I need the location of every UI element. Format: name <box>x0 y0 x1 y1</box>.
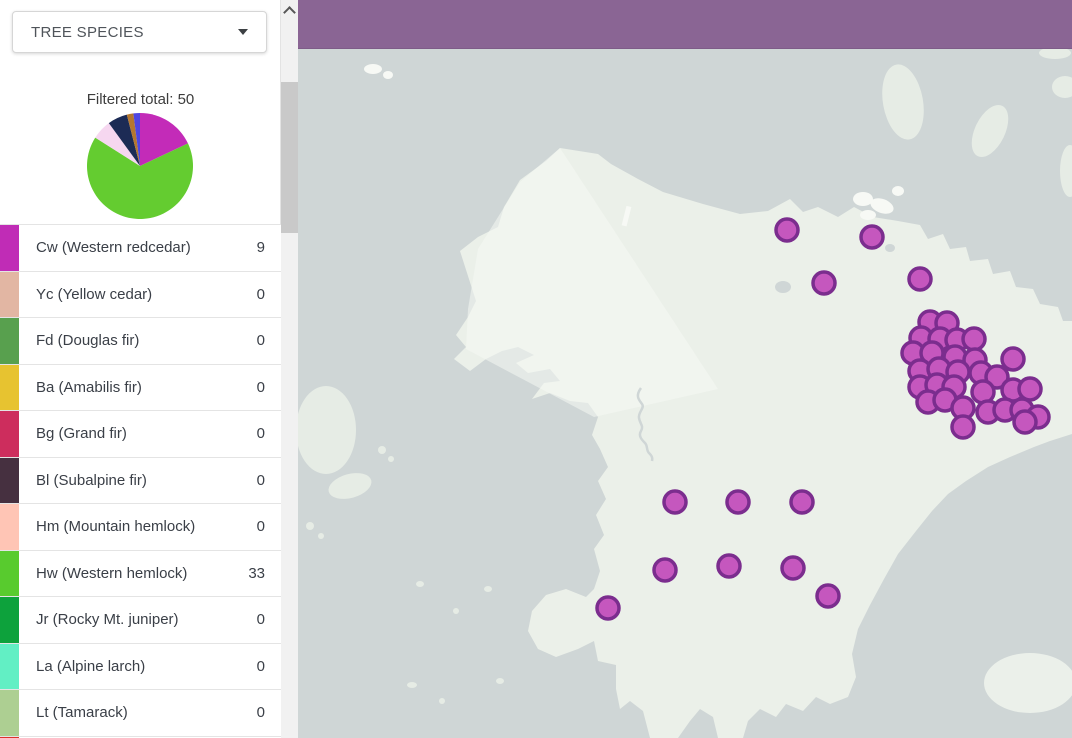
filtered-total-title: Filtered total: 50 <box>0 91 281 108</box>
species-dropdown[interactable]: TREE SPECIES <box>12 11 267 53</box>
scrollbar-up-arrow-icon[interactable] <box>283 6 296 19</box>
map-marker[interactable] <box>1014 411 1036 433</box>
species-count: 0 <box>257 379 265 396</box>
map-marker[interactable] <box>909 268 931 290</box>
species-list-item[interactable]: Cw (Western redcedar) 9 <box>0 224 281 271</box>
species-pie-chart <box>84 110 196 222</box>
species-list-item[interactable]: Yc (Yellow cedar) 0 <box>0 271 281 318</box>
map-header-bar <box>298 0 1072 49</box>
map-marker[interactable] <box>1019 378 1041 400</box>
species-count: 0 <box>257 611 265 628</box>
species-color-bar <box>0 225 19 271</box>
species-list-item[interactable]: Hm (Mountain hemlock) 0 <box>0 503 281 550</box>
filter-sidebar: TREE SPECIES Filtered total: 50 Cw (West… <box>0 0 281 738</box>
species-label: Fd (Douglas fir) <box>36 332 139 349</box>
species-color-bar <box>0 690 19 736</box>
map[interactable] <box>298 0 1072 738</box>
species-label: Bl (Subalpine fir) <box>36 472 147 489</box>
species-label: Yc (Yellow cedar) <box>36 286 152 303</box>
species-list-item[interactable]: Bg (Grand fir) 0 <box>0 410 281 457</box>
map-marker[interactable] <box>861 226 883 248</box>
map-canvas[interactable] <box>298 49 1072 738</box>
species-count: 33 <box>248 565 265 582</box>
map-marker[interactable] <box>813 272 835 294</box>
species-list-item[interactable]: Ba (Amabilis fir) 0 <box>0 364 281 411</box>
species-count: 9 <box>257 239 265 256</box>
species-list-item[interactable]: Hw (Western hemlock) 33 <box>0 550 281 597</box>
map-marker[interactable] <box>1002 348 1024 370</box>
species-color-bar <box>0 597 19 643</box>
species-color-bar <box>0 272 19 318</box>
species-label: Hm (Mountain hemlock) <box>36 518 195 535</box>
species-list-item[interactable]: Bl (Subalpine fir) 0 <box>0 457 281 504</box>
species-color-bar <box>0 644 19 690</box>
species-label: Lt (Tamarack) <box>36 704 128 721</box>
species-label: Hw (Western hemlock) <box>36 565 187 582</box>
scrollbar-thumb[interactable] <box>281 82 298 233</box>
species-list-item[interactable]: Lt (Tamarack) 0 <box>0 689 281 736</box>
sidebar-scrollbar[interactable] <box>281 0 298 738</box>
map-marker[interactable] <box>963 328 985 350</box>
map-marker[interactable] <box>727 491 749 513</box>
map-marker[interactable] <box>664 491 686 513</box>
species-count: 0 <box>257 658 265 675</box>
species-color-bar <box>0 458 19 504</box>
map-marker[interactable] <box>654 559 676 581</box>
species-color-bar <box>0 504 19 550</box>
species-label: Cw (Western redcedar) <box>36 239 191 256</box>
species-count: 0 <box>257 518 265 535</box>
species-count: 0 <box>257 472 265 489</box>
species-label: Ba (Amabilis fir) <box>36 379 142 396</box>
species-list-item[interactable]: La (Alpine larch) 0 <box>0 643 281 690</box>
species-list: Cw (Western redcedar) 9 Yc (Yellow cedar) 0… <box>0 224 281 738</box>
chevron-down-icon <box>238 29 248 35</box>
map-marker[interactable] <box>718 555 740 577</box>
species-label: La (Alpine larch) <box>36 658 145 675</box>
map-marker[interactable] <box>791 491 813 513</box>
map-marker[interactable] <box>776 219 798 241</box>
species-dropdown-label: TREE SPECIES <box>31 24 144 41</box>
species-color-bar <box>0 365 19 411</box>
species-color-bar <box>0 411 19 457</box>
species-count: 0 <box>257 425 265 442</box>
species-list-item[interactable]: Jr (Rocky Mt. juniper) 0 <box>0 596 281 643</box>
map-marker[interactable] <box>952 416 974 438</box>
species-label: Bg (Grand fir) <box>36 425 127 442</box>
species-label: Jr (Rocky Mt. juniper) <box>36 611 179 628</box>
species-color-bar <box>0 551 19 597</box>
species-count: 0 <box>257 286 265 303</box>
map-marker[interactable] <box>817 585 839 607</box>
species-count: 0 <box>257 704 265 721</box>
map-marker[interactable] <box>597 597 619 619</box>
species-list-item[interactable]: Fd (Douglas fir) 0 <box>0 317 281 364</box>
species-count: 0 <box>257 332 265 349</box>
species-color-bar <box>0 318 19 364</box>
map-marker[interactable] <box>782 557 804 579</box>
